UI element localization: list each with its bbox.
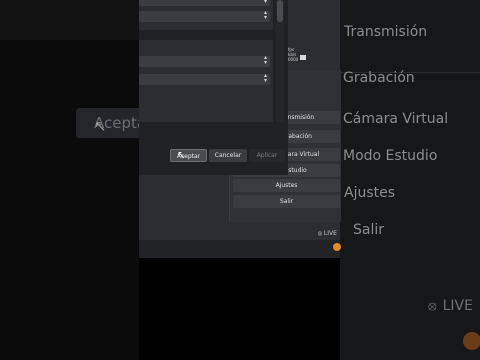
settings-scrollbar-thumb[interactable] — [277, 0, 283, 22]
settings-dropdown[interactable]: ▴▾ — [139, 54, 270, 67]
spin-arrows-icon: ▴▾ — [263, 9, 267, 21]
background-menu-item-transmission: Transmisión — [344, 24, 428, 40]
background-status-dot — [463, 332, 480, 350]
mouse-cursor-icon: ↖ — [177, 150, 186, 161]
spin-arrows-icon: ▴▾ — [263, 0, 267, 5]
spin-arrows-icon: ▴▾ — [263, 72, 267, 84]
no-signal-icon: ⦻ — [318, 230, 322, 237]
background-menu-item-exit: Salir — [353, 222, 385, 238]
exit-button[interactable]: Salir — [233, 195, 340, 208]
background-menu-item-settings: Ajustes — [344, 185, 396, 201]
settings-dropdown[interactable]: ▴▾ — [139, 72, 270, 85]
live-label: LIVE — [323, 230, 337, 237]
letterbox-area — [139, 258, 340, 360]
no-signal-icon: ⦻ — [428, 299, 437, 314]
settings-dropdown[interactable]: ▴▾ — [139, 0, 270, 6]
app-status-bar — [139, 240, 340, 258]
stats-line: 0000 — [288, 57, 299, 62]
stats-icon — [300, 55, 306, 60]
background-menu-item-recording: Grabación — [343, 70, 415, 86]
background-cursor-icon: ↖ — [94, 117, 107, 135]
settings-dropdown[interactable]: ▴▾ — [139, 9, 270, 22]
recording-indicator-dot — [333, 243, 341, 251]
stats-readout: fps kb/s 0000 — [288, 47, 298, 62]
background-menu-item-virtual-camera: Cámara Virtual — [343, 111, 449, 127]
cancel-button[interactable]: Cancelar — [209, 149, 247, 162]
apply-button[interactable]: Aplicar — [249, 149, 285, 162]
background-accept-button: Acepta — [76, 108, 146, 138]
background-live-status: ⦻ LIVE — [428, 298, 473, 314]
background-left-panel — [0, 0, 139, 360]
live-status: ⦻ LIVE — [318, 230, 337, 238]
background-live-label: LIVE — [442, 298, 473, 314]
spin-arrows-icon: ▴▾ — [263, 54, 267, 66]
settings-button[interactable]: Ajustes — [233, 179, 340, 192]
background-menu-item-studio-mode: Modo Estudio — [343, 148, 438, 164]
accept-button[interactable]: Aceptar — [170, 149, 207, 162]
